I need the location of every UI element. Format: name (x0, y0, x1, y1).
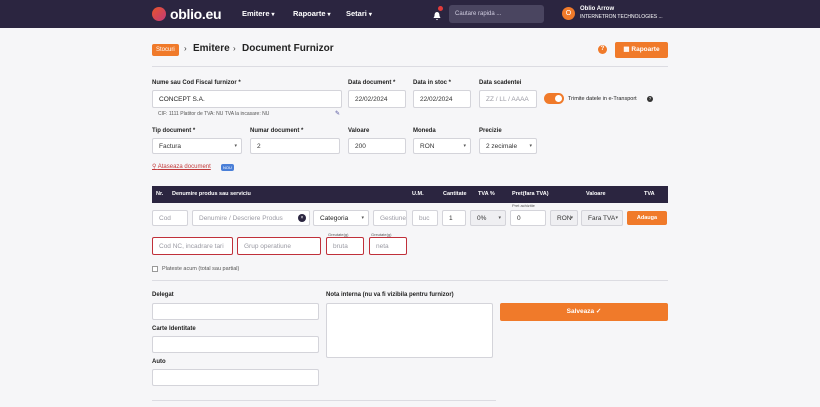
due-date-label: Data scadentei (479, 80, 522, 86)
chevron-down-icon: ▾ (498, 215, 501, 221)
col-vat: TVA (644, 191, 655, 197)
new-badge: NOU (221, 164, 234, 171)
doc-number-label: Numar document * (250, 128, 304, 134)
check-icon: ✓ (595, 308, 602, 315)
category-select[interactable]: Categoria ▾ (313, 210, 369, 226)
top-navbar: oblio.eu Emitere ▾ Rapoarte ▾ Setari ▾ Caut… (0, 0, 820, 28)
breadcrumb-separator-icon: › (233, 44, 236, 53)
avatar[interactable]: O (562, 7, 575, 20)
quick-search-input[interactable]: Cautare rapida ... (449, 5, 544, 23)
chevron-down-icon: ▾ (368, 12, 372, 18)
chevron-down-icon: ▾ (271, 12, 275, 18)
id-card-input[interactable] (152, 336, 319, 353)
doc-type-select[interactable]: Factura ▾ (152, 138, 242, 154)
management-input[interactable]: Gestiune (373, 210, 407, 226)
help-icon[interactable]: ? (598, 45, 607, 54)
help-icon[interactable]: ? (647, 96, 653, 102)
save-button[interactable]: Salveaza ✓ (500, 303, 668, 321)
logo-text: oblio.eu (170, 6, 222, 22)
pay-now-checkbox[interactable] (152, 266, 158, 272)
car-label: Auto (152, 359, 166, 365)
doc-number-input[interactable]: 2 (250, 138, 340, 154)
col-price: Pret(fara TVA) (512, 191, 549, 197)
internal-note-label: Nota interna (nu va fi vizibila pentru f… (326, 292, 454, 298)
supplier-input[interactable]: CONCEPT S.A. (152, 90, 342, 108)
um-input[interactable]: buc (412, 210, 438, 226)
col-vat-pct: TVA % (478, 191, 495, 197)
doc-date-label: Data document * (348, 80, 396, 86)
clear-icon[interactable]: × (298, 214, 306, 222)
user-company: INTERNETRON TECHNOLOGIES ... (580, 14, 663, 20)
col-value: Valoare (586, 191, 606, 197)
chevron-down-icon: ▾ (529, 143, 532, 149)
stock-date-input[interactable]: 22/02/2024 (413, 90, 471, 108)
value-label: Valoare (348, 128, 370, 134)
delegate-input[interactable] (152, 303, 319, 320)
products-table-header: Nr. Denumire produs sau serviciu U.M. Ca… (152, 186, 668, 203)
pay-now-label: Plateste acum (total sau partial) (162, 266, 240, 272)
attach-document-link[interactable]: ⚲ Ataseaza document (152, 163, 211, 170)
user-name[interactable]: Oblio Arrow (580, 6, 614, 12)
divider (152, 66, 668, 67)
breadcrumb-stocuri[interactable]: Stocuri (152, 44, 179, 56)
product-code-input[interactable]: Cod (152, 210, 188, 226)
paperclip-icon: ⚲ (152, 164, 157, 170)
breadcrumb-emitere[interactable]: Emitere (193, 43, 230, 54)
reports-button[interactable]: ▦ Rapoarte (615, 42, 668, 58)
precision-select[interactable]: 2 zecimale ▾ (479, 138, 537, 154)
quantity-input[interactable]: 1 (442, 210, 466, 226)
notifications-bell-icon[interactable] (432, 6, 443, 21)
car-input[interactable] (152, 369, 319, 386)
etransport-toggle[interactable] (544, 93, 564, 104)
stock-date-label: Data in stoc * (413, 80, 452, 86)
add-product-button[interactable]: Adauga (627, 211, 667, 225)
due-date-input[interactable]: ZZ / LL / AAAA (479, 90, 537, 108)
nav-emitere[interactable]: Emitere ▾ (242, 9, 275, 18)
logo[interactable]: oblio.eu (152, 6, 222, 22)
edit-pencil-icon[interactable]: ✎ (335, 110, 340, 117)
chevron-down-icon: ▾ (327, 12, 331, 18)
col-nr: Nr. (156, 191, 164, 197)
nav-rapoarte[interactable]: Rapoarte ▾ (293, 9, 331, 18)
chevron-down-icon: ▾ (463, 143, 466, 149)
nc-code-input[interactable]: Cod NC, incadrare tari (152, 237, 233, 255)
col-um: U.M. (412, 191, 424, 197)
chevron-down-icon: ▾ (615, 215, 618, 221)
currency-label: Moneda (413, 128, 436, 134)
supplier-details: CIF: 1111 Platitor de TVA: NU TVA la inc… (158, 111, 270, 117)
logo-icon (152, 7, 166, 21)
vat-type-select[interactable]: Fara TVA ▾ (581, 210, 623, 226)
chevron-down-icon: ▾ (570, 215, 573, 221)
etransport-label: Trimite datele in e-Transport (568, 96, 637, 102)
delegate-label: Delegat (152, 292, 174, 298)
operation-group-input[interactable]: Grup operatiune (237, 237, 321, 255)
precision-label: Precizie (479, 128, 502, 134)
id-card-label: Carte Identitate (152, 326, 196, 332)
value-input[interactable]: 200 (348, 138, 406, 154)
col-name: Denumire produs sau serviciu (172, 191, 251, 197)
price-input[interactable]: 0 (510, 210, 546, 226)
page-title: Document Furnizor (242, 43, 334, 54)
vat-select[interactable]: 0% ▾ (470, 210, 506, 226)
doc-date-input[interactable]: 22/02/2024 (348, 90, 406, 108)
notification-dot (438, 6, 443, 11)
doc-type-label: Tip document * (152, 128, 196, 134)
toggle-knob (555, 95, 562, 102)
reports-icon: ▦ (623, 46, 630, 53)
divider (152, 280, 668, 281)
col-qty: Cantitate (443, 191, 467, 197)
row-currency-select[interactable]: RON ▾ (550, 210, 578, 226)
divider (152, 400, 496, 401)
internal-note-textarea[interactable] (326, 303, 493, 358)
currency-select[interactable]: RON ▾ (413, 138, 471, 154)
net-weight-input[interactable]: neta (369, 237, 407, 255)
nav-setari[interactable]: Setari ▾ (346, 9, 372, 18)
product-name-input[interactable]: Denumire / Descriere Produs × (192, 210, 310, 226)
gross-weight-input[interactable]: bruta (326, 237, 364, 255)
chevron-down-icon: ▾ (361, 215, 364, 221)
chevron-down-icon: ▾ (234, 143, 237, 149)
supplier-label: Nume sau Cod Fiscal furnizor * (152, 80, 241, 86)
breadcrumb-separator-icon: › (184, 44, 187, 53)
price-label: Pret achizitie (512, 203, 535, 208)
